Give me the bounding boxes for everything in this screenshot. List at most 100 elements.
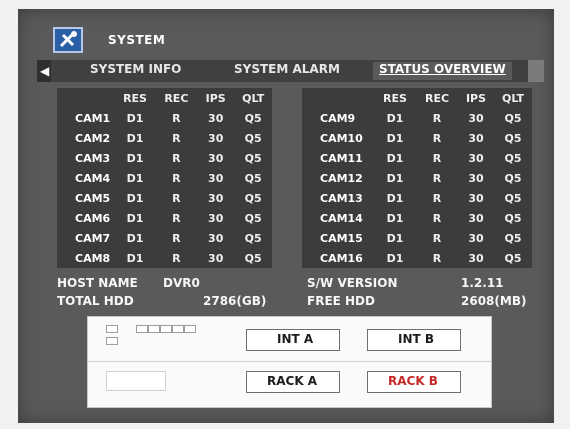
cam-label: CAM10 xyxy=(320,131,363,145)
ips-value: 30 xyxy=(468,191,484,205)
res-value: D1 xyxy=(126,251,144,265)
ips-value: 30 xyxy=(468,131,484,145)
res-value: D1 xyxy=(386,231,404,245)
tab-status-overview[interactable]: STATUS OVERVIEW xyxy=(373,62,512,80)
cam-label: CAM16 xyxy=(320,251,363,265)
total-hdd-label: TOTAL HDD xyxy=(57,294,134,308)
qlt-value: Q5 xyxy=(504,251,522,265)
table-row: CAM9 D1 R 30 Q5 xyxy=(302,108,532,128)
rec-value: R xyxy=(172,191,181,205)
drive-bay-icon xyxy=(106,371,166,391)
rec-value: R xyxy=(172,111,181,125)
ips-value: 30 xyxy=(468,111,484,125)
int-b-slot[interactable]: INT B xyxy=(367,329,461,351)
cam-label: CAM14 xyxy=(320,211,363,225)
header-rec: REC xyxy=(424,91,450,105)
cam-label: CAM9 xyxy=(320,111,356,125)
table-row: CAM6 D1 R 30 Q5 xyxy=(57,208,272,228)
rack-b-slot[interactable]: RACK B xyxy=(367,371,461,393)
ips-value: 30 xyxy=(468,171,484,185)
cam-label: CAM8 xyxy=(75,251,111,265)
res-value: D1 xyxy=(386,211,404,225)
info-row-1: HOST NAME DVR0 S/W VERSION 1.2.11 xyxy=(57,276,527,294)
chevron-left-icon: ◀ xyxy=(40,64,50,78)
panel-port-icon xyxy=(172,325,184,333)
rec-value: R xyxy=(432,191,442,205)
rec-value: R xyxy=(432,211,442,225)
res-value: D1 xyxy=(126,191,144,205)
ips-value: 30 xyxy=(208,111,224,125)
rec-value: R xyxy=(432,251,442,265)
rec-value: R xyxy=(432,171,442,185)
header-ips: IPS xyxy=(205,91,226,105)
ips-value: 30 xyxy=(208,191,224,205)
panel-port-icon xyxy=(106,325,118,333)
res-value: D1 xyxy=(386,251,404,265)
tab-system-info[interactable]: SYSTEM INFO xyxy=(90,62,181,80)
table-row: CAM16 D1 R 30 Q5 xyxy=(302,248,532,268)
qlt-value: Q5 xyxy=(504,151,522,165)
rec-value: R xyxy=(172,151,181,165)
panel-port-icon xyxy=(106,337,118,345)
cam-label: CAM15 xyxy=(320,231,363,245)
tab-label: SYSTEM ALARM xyxy=(234,62,340,76)
sw-version-label: S/W VERSION xyxy=(307,276,398,290)
qlt-value: Q5 xyxy=(244,131,262,145)
table-row: CAM15 D1 R 30 Q5 xyxy=(302,228,532,248)
qlt-value: Q5 xyxy=(244,171,262,185)
res-value: D1 xyxy=(386,111,404,125)
cam-label: CAM5 xyxy=(75,191,111,205)
res-value: D1 xyxy=(386,191,404,205)
int-a-slot[interactable]: INT A xyxy=(246,329,340,351)
res-value: D1 xyxy=(386,151,404,165)
res-value: D1 xyxy=(126,231,144,245)
res-value: D1 xyxy=(126,211,144,225)
ips-value: 30 xyxy=(468,211,484,225)
ips-value: 30 xyxy=(208,211,224,225)
ips-value: 30 xyxy=(208,251,224,265)
tab-scroll-left-button[interactable]: ◀ xyxy=(37,60,51,82)
rack-divider xyxy=(88,361,491,362)
header-res: RES xyxy=(123,91,147,105)
panel-port-icon xyxy=(184,325,196,333)
qlt-value: Q5 xyxy=(504,131,522,145)
host-name-label: HOST NAME xyxy=(57,276,138,290)
header-qlt: QLT xyxy=(501,91,525,105)
ips-value: 30 xyxy=(468,151,484,165)
ips-value: 30 xyxy=(468,251,484,265)
tab-system-alarm[interactable]: SYSTEM ALARM xyxy=(234,62,340,80)
qlt-value: Q5 xyxy=(244,231,262,245)
column-spacer xyxy=(57,88,114,108)
ips-value: 30 xyxy=(208,171,224,185)
rec-value: R xyxy=(432,231,442,245)
cam-label: CAM4 xyxy=(75,171,111,185)
status-panel-left: RES REC IPS QLT CAM1 D1 R 30 Q5 CAM2 D1 … xyxy=(57,88,272,268)
rec-value: R xyxy=(432,131,442,145)
tab-scroll-right-button[interactable] xyxy=(528,60,544,82)
cam-label: CAM11 xyxy=(320,151,363,165)
qlt-value: Q5 xyxy=(504,111,522,125)
res-value: D1 xyxy=(126,111,144,125)
rec-value: R xyxy=(432,151,442,165)
rec-value: R xyxy=(172,211,181,225)
tab-label: SYSTEM INFO xyxy=(90,62,182,76)
panel-port-icon xyxy=(148,325,160,333)
total-hdd-value: 2786(GB) xyxy=(203,294,267,308)
rec-value: R xyxy=(172,251,181,265)
header-qlt: QLT xyxy=(242,91,265,105)
res-value: D1 xyxy=(386,131,404,145)
rec-value: R xyxy=(172,231,181,245)
rack-a-slot[interactable]: RACK A xyxy=(246,371,340,393)
table-row: CAM10 D1 R 30 Q5 xyxy=(302,128,532,148)
table-row: CAM13 D1 R 30 Q5 xyxy=(302,188,532,208)
status-panel-right: RES REC IPS QLT CAM9 D1 R 30 Q5 CAM10 D1… xyxy=(302,88,532,268)
qlt-value: Q5 xyxy=(244,211,262,225)
qlt-value: Q5 xyxy=(504,211,522,225)
qlt-value: Q5 xyxy=(244,251,262,265)
header-ips: IPS xyxy=(465,91,487,105)
res-value: D1 xyxy=(126,151,144,165)
table-row: CAM14 D1 R 30 Q5 xyxy=(302,208,532,228)
qlt-value: Q5 xyxy=(244,151,262,165)
rec-value: R xyxy=(172,131,181,145)
cam-label: CAM2 xyxy=(75,131,111,145)
